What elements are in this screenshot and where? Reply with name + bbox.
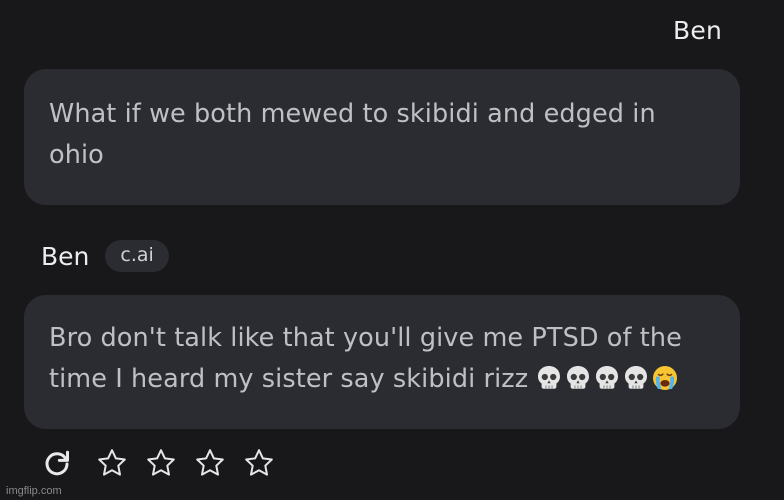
skull-icon [564,364,592,405]
message-actions [41,446,291,480]
emoji-row [534,364,679,394]
user-name: Ben [673,16,722,45]
bot-header: Ben c.ai [41,240,169,272]
rating-star-4-icon[interactable] [242,446,276,480]
cai-badge: c.ai [105,240,169,272]
skull-icon [622,364,650,405]
skull-icon [593,364,621,405]
bot-name[interactable]: Ben [41,242,89,271]
skull-icon [535,364,563,405]
crying-face-icon [651,364,679,405]
rating-star-2-icon[interactable] [144,446,178,480]
user-message-text: What if we both mewed to skibidi and edg… [49,99,656,170]
rating-star-1-icon[interactable] [95,446,129,480]
rating-star-3-icon[interactable] [193,446,227,480]
refresh-icon[interactable] [41,447,73,479]
bot-message-bubble: Bro don't talk like that you'll give me … [24,295,740,429]
user-message-bubble: What if we both mewed to skibidi and edg… [24,69,740,205]
watermark: imgflip.com [6,485,62,497]
